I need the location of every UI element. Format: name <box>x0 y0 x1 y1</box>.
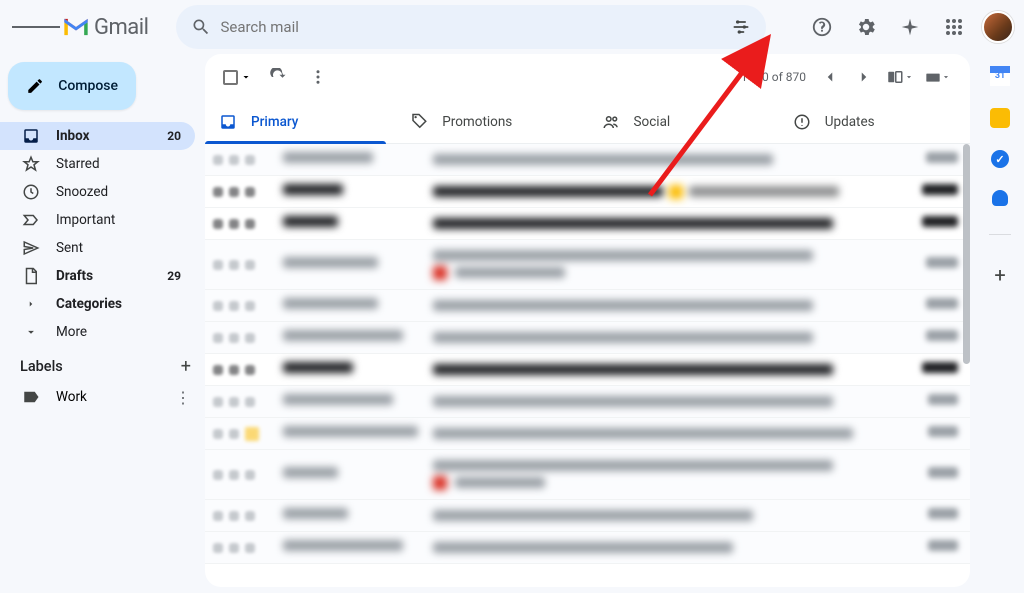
snoozed-icon <box>22 183 40 201</box>
tab-updates[interactable]: Updates <box>779 100 970 143</box>
prev-page-button[interactable] <box>814 57 846 97</box>
refresh-button[interactable] <box>260 57 296 97</box>
tasks-icon[interactable] <box>991 150 1009 168</box>
primary-tab-icon <box>219 113 237 131</box>
keep-icon[interactable] <box>990 108 1010 128</box>
help-icon[interactable] <box>802 7 842 47</box>
gemini-icon[interactable] <box>890 7 930 47</box>
mail-row[interactable] <box>205 240 970 290</box>
promotions-tab-icon <box>410 113 428 131</box>
apps-icon[interactable] <box>934 7 974 47</box>
chevron-down-icon <box>240 71 252 83</box>
inbox-icon <box>22 127 40 145</box>
pagination-label: 1–50 of 870 <box>741 70 806 84</box>
split-pane-button[interactable] <box>882 57 918 97</box>
categories-icon <box>22 295 40 313</box>
app-header: Gmail <box>0 0 1024 54</box>
sidebar-item-drafts[interactable]: Drafts29 <box>0 262 195 290</box>
main-menu-button[interactable] <box>12 3 60 51</box>
next-page-button[interactable] <box>848 57 880 97</box>
compose-button[interactable]: Compose <box>8 62 136 110</box>
mail-row[interactable] <box>205 354 970 386</box>
labels-header: Labels + <box>0 346 205 383</box>
more-icon <box>22 323 40 341</box>
sidebar-item-more[interactable]: More <box>0 318 195 346</box>
search-bar[interactable] <box>176 5 766 49</box>
gmail-logo[interactable]: Gmail <box>62 15 148 40</box>
search-options-icon[interactable] <box>722 8 760 46</box>
calendar-icon[interactable] <box>990 66 1010 86</box>
important-icon <box>22 211 40 229</box>
sidebar-item-categories[interactable]: Categories <box>0 290 195 318</box>
drafts-icon <box>22 267 40 285</box>
side-panel: + <box>976 54 1024 593</box>
tab-social[interactable]: Social <box>588 100 779 143</box>
more-actions-button[interactable] <box>300 57 336 97</box>
label-item-work[interactable]: Work⋮ <box>0 383 205 411</box>
account-avatar[interactable] <box>982 11 1014 43</box>
add-label-button[interactable]: + <box>181 356 191 377</box>
sidebar-item-sent[interactable]: Sent <box>0 234 195 262</box>
sidepanel-divider <box>989 234 1011 235</box>
mail-row[interactable] <box>205 532 970 564</box>
sidebar-item-snoozed[interactable]: Snoozed <box>0 178 195 206</box>
sidebar-item-inbox[interactable]: Inbox20 <box>0 122 195 150</box>
content-pane: 1–50 of 870 PrimaryPromotionsSocialUpdat… <box>205 54 970 587</box>
sidebar-item-starred[interactable]: Starred <box>0 150 195 178</box>
settings-icon[interactable] <box>846 7 886 47</box>
search-icon[interactable] <box>182 8 220 46</box>
mail-row[interactable] <box>205 176 970 208</box>
updates-tab-icon <box>793 113 811 131</box>
label-icon <box>22 388 40 406</box>
contacts-icon[interactable] <box>992 190 1008 206</box>
mail-row[interactable] <box>205 322 970 354</box>
mail-list <box>205 144 970 587</box>
sidebar: Compose Inbox20StarredSnoozedImportantSe… <box>0 54 205 593</box>
social-tab-icon <box>602 113 620 131</box>
mail-row[interactable] <box>205 144 970 176</box>
input-tools-button[interactable] <box>920 57 956 97</box>
starred-icon <box>22 155 40 173</box>
mail-toolbar: 1–50 of 870 <box>205 54 970 100</box>
mail-row[interactable] <box>205 450 970 500</box>
label-more-icon[interactable]: ⋮ <box>175 388 191 407</box>
tab-primary[interactable]: Primary <box>205 100 396 143</box>
mail-row[interactable] <box>205 290 970 322</box>
mail-row[interactable] <box>205 208 970 240</box>
get-addons-button[interactable]: + <box>994 263 1005 287</box>
sidebar-item-important[interactable]: Important <box>0 206 195 234</box>
scrollbar-thumb[interactable] <box>963 144 970 364</box>
select-all-checkbox[interactable] <box>219 66 256 89</box>
app-name: Gmail <box>94 15 148 40</box>
search-input[interactable] <box>220 18 722 36</box>
mail-row[interactable] <box>205 386 970 418</box>
mail-row[interactable] <box>205 500 970 532</box>
sent-icon <box>22 239 40 257</box>
category-tabs: PrimaryPromotionsSocialUpdates <box>205 100 970 144</box>
mail-row[interactable] <box>205 418 970 450</box>
tab-promotions[interactable]: Promotions <box>396 100 587 143</box>
